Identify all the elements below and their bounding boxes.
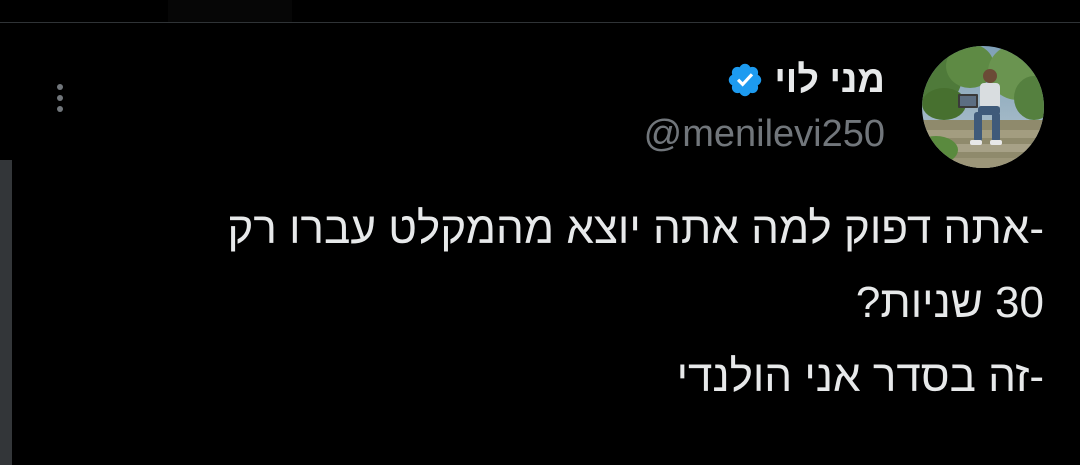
- display-name[interactable]: מני לוי: [774, 54, 885, 106]
- tweet-text-line: 30 שניות?: [855, 278, 1044, 327]
- top-divider: [0, 22, 1080, 23]
- thread-line: [0, 160, 12, 465]
- verified-badge-icon: [729, 63, 762, 97]
- more-vertical-icon-dot: [57, 95, 63, 101]
- more-options-button[interactable]: [46, 78, 74, 118]
- name-row: מני לוי: [365, 54, 885, 106]
- more-vertical-icon: [57, 84, 63, 90]
- tweet-text-line: -זה בסדר אני הולנדי: [676, 352, 1044, 401]
- user-handle[interactable]: @menilevi250: [365, 108, 885, 160]
- tweet-text: -אתה דפוק למה אתה יוצא מהמקלט עברו רק 30…: [44, 192, 1044, 414]
- top-shade: [168, 0, 292, 22]
- tweet-header: מני לוי @menilevi250: [365, 54, 885, 160]
- avatar-image: [922, 46, 1044, 168]
- avatar[interactable]: [922, 46, 1044, 168]
- more-vertical-icon-dot: [57, 106, 63, 112]
- tweet-text-line: -אתה דפוק למה אתה יוצא מהמקלט עברו רק: [227, 204, 1044, 253]
